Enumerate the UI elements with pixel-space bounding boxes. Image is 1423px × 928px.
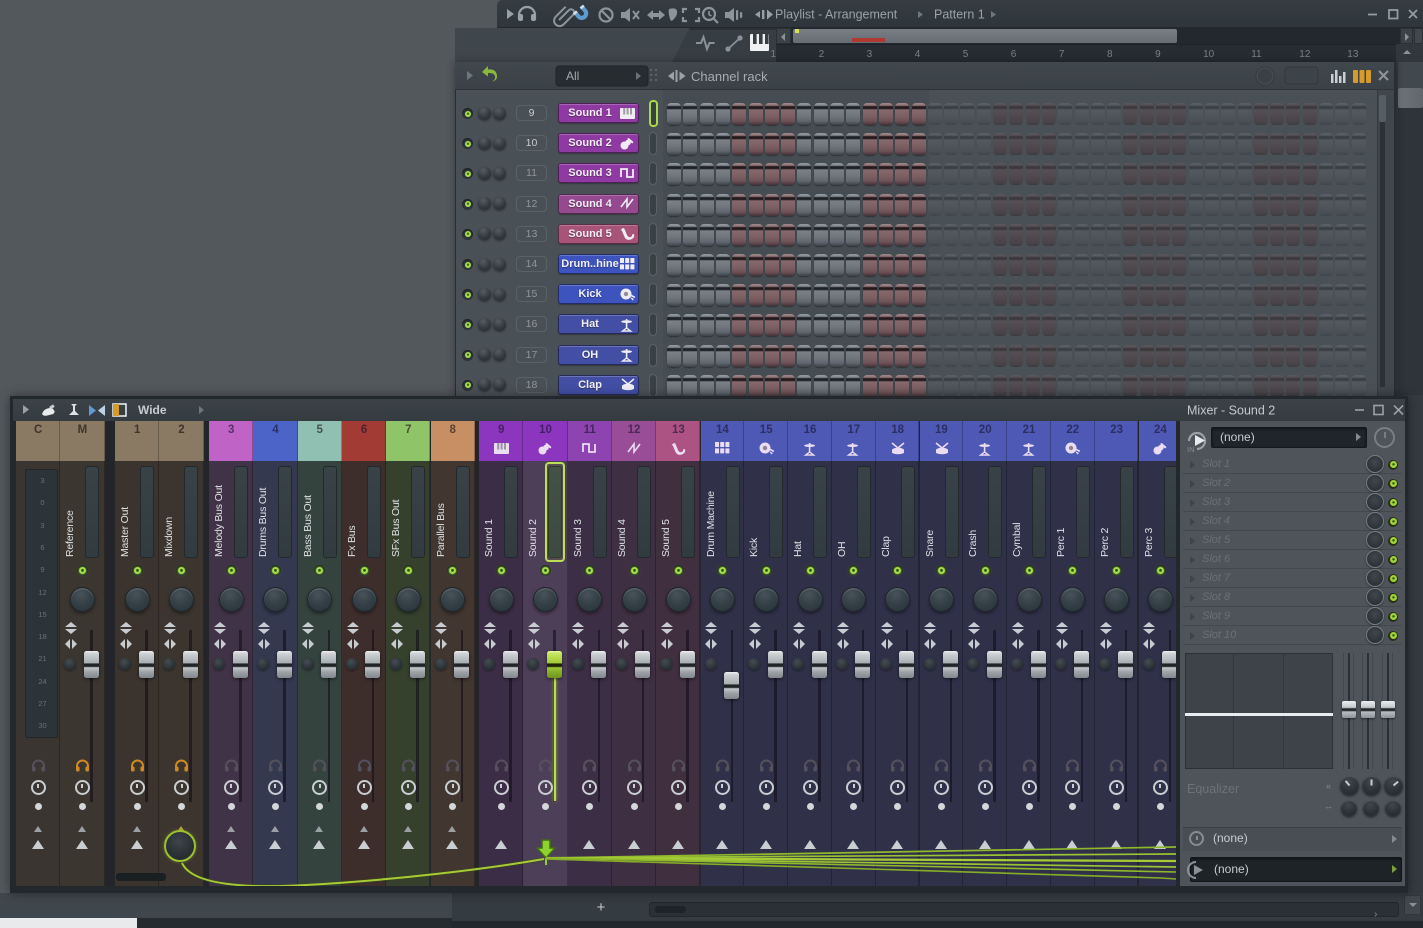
svg-text:Pattern 1: Pattern 1 [934, 8, 985, 22]
svg-text:3: 3 [867, 49, 873, 60]
svg-text:Channel rack: Channel rack [691, 69, 768, 84]
svg-text:12: 12 [1299, 49, 1311, 60]
svg-text:5: 5 [963, 49, 969, 60]
svg-text:7: 7 [1059, 49, 1065, 60]
svg-text:1: 1 [771, 49, 777, 60]
svg-text:IN: IN [1187, 445, 1195, 454]
svg-text:13: 13 [1347, 49, 1359, 60]
svg-text:11: 11 [1251, 49, 1262, 60]
svg-text:2: 2 [819, 49, 825, 60]
svg-text:4: 4 [915, 49, 921, 60]
svg-text:Playlist - Arrangement: Playlist - Arrangement [775, 8, 898, 22]
svg-text:8: 8 [1107, 49, 1113, 60]
svg-text:9: 9 [1155, 49, 1161, 60]
svg-text:6: 6 [1011, 49, 1017, 60]
svg-text:Mixer - Sound 2: Mixer - Sound 2 [1187, 404, 1275, 418]
svg-text:10: 10 [1203, 49, 1215, 60]
svg-text:All: All [566, 69, 579, 83]
svg-text:Wide: Wide [138, 403, 167, 417]
